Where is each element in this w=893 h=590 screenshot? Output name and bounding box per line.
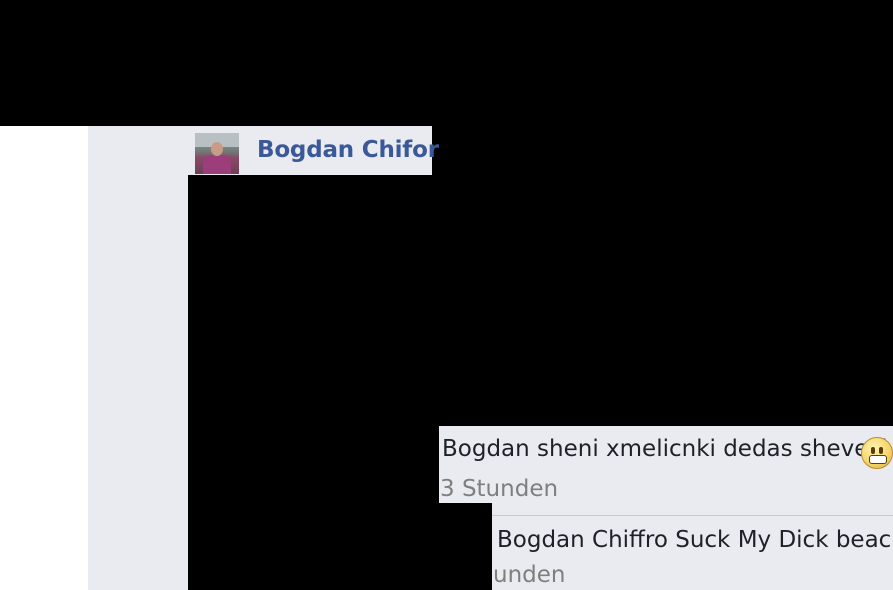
- redaction-block-right: [432, 126, 893, 426]
- smile-emoji-icon: [861, 437, 893, 469]
- redaction-block-top: [0, 0, 893, 126]
- post-header: Bogdan Chifor: [188, 126, 439, 175]
- redaction-block-center-lower: [439, 503, 492, 590]
- comment-divider: [492, 515, 893, 516]
- comment-timestamp-1[interactable]: 3 Stunden: [440, 476, 558, 502]
- comment-text-2: Bogdan Chiffro Suck My Dick beach: [497, 527, 893, 553]
- redaction-block-center: [188, 175, 439, 590]
- comment-timestamp-2[interactable]: unden: [493, 562, 565, 588]
- comment-text-1: Bogdan sheni xmelicnki dedas sheveci: [442, 436, 888, 462]
- avatar[interactable]: [195, 133, 239, 174]
- sidebar-panel: [88, 126, 188, 590]
- author-name-link[interactable]: Bogdan Chifor: [257, 137, 439, 163]
